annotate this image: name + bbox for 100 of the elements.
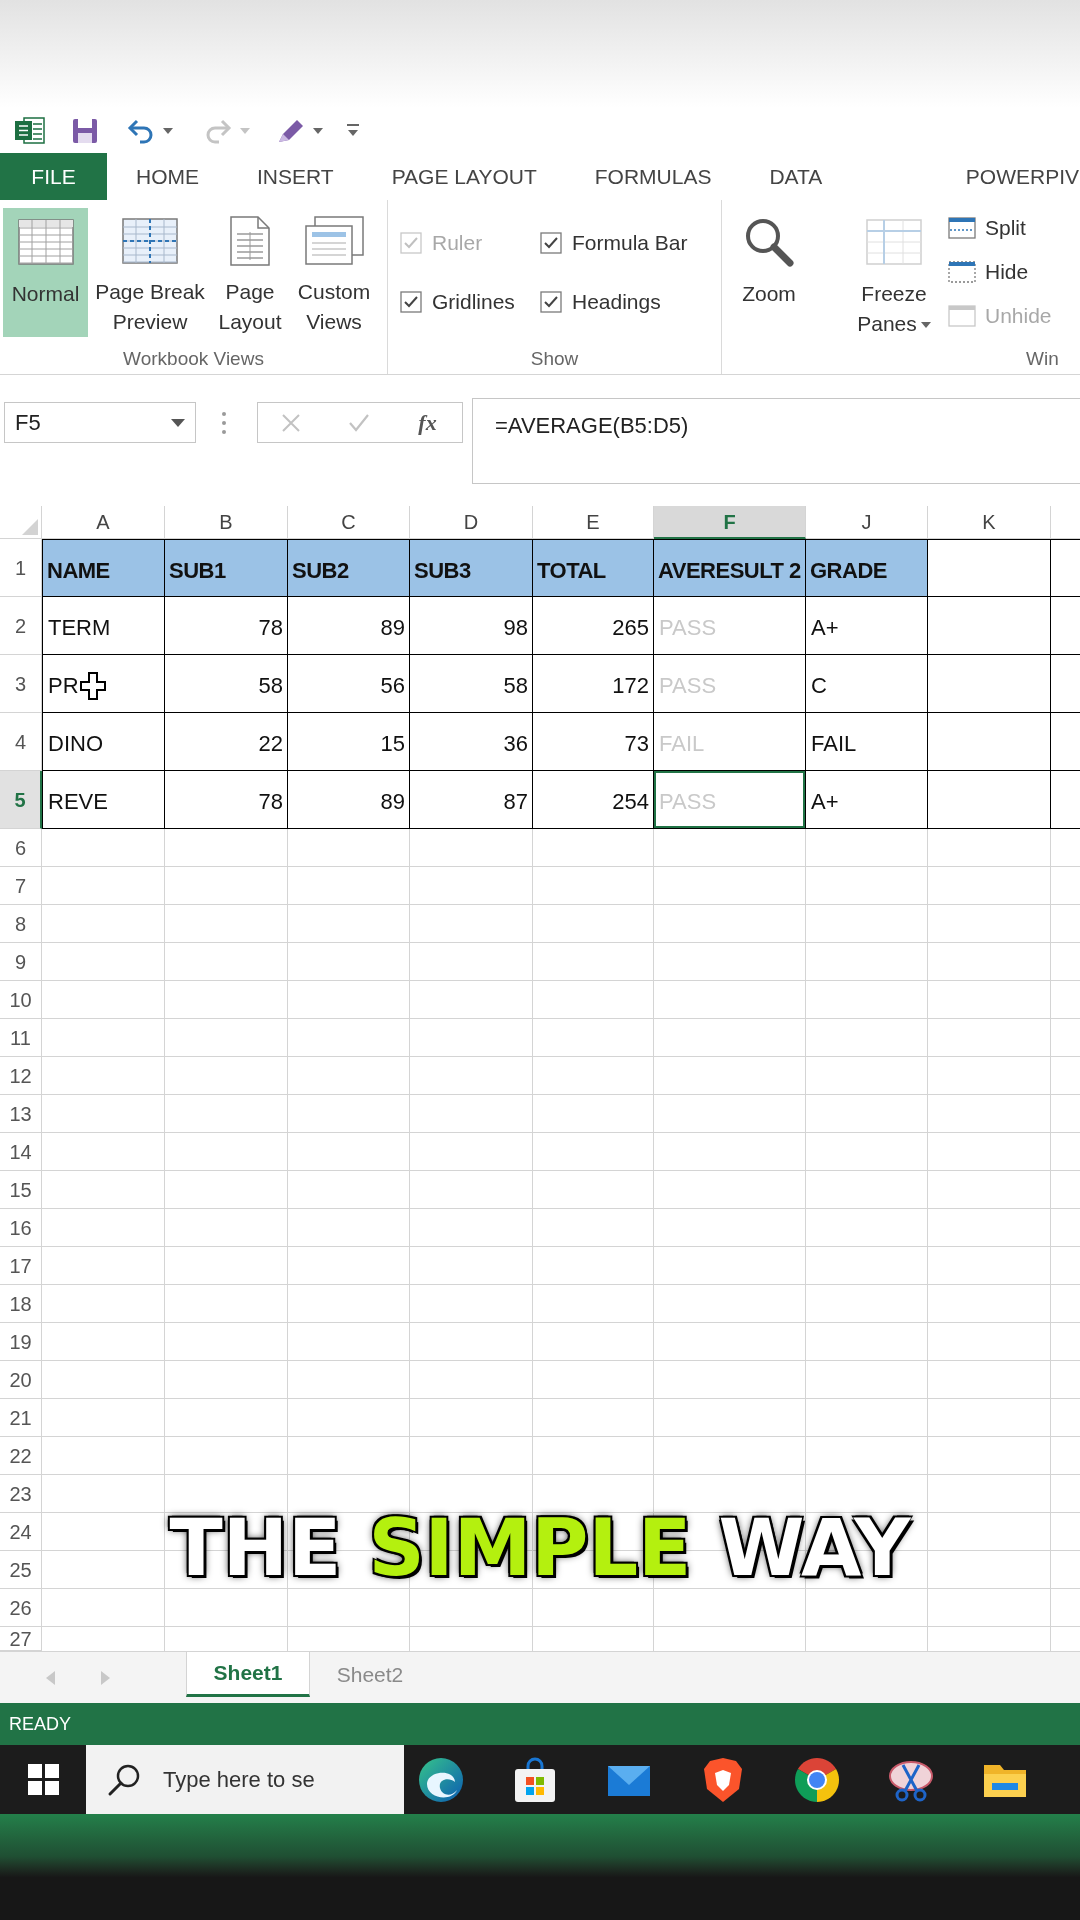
customize-icon[interactable] bbox=[347, 123, 359, 138]
table-cell[interactable]: 87 bbox=[410, 771, 533, 829]
table-cell[interactable] bbox=[1051, 539, 1080, 597]
row-header[interactable]: 24 bbox=[0, 1513, 42, 1551]
table-cell[interactable]: 78 bbox=[165, 597, 288, 655]
ribbon-tab[interactable]: INSERT bbox=[228, 153, 363, 200]
row-header[interactable]: 26 bbox=[0, 1589, 42, 1627]
table-cell[interactable]: 22 bbox=[165, 713, 288, 771]
row-header[interactable]: 25 bbox=[0, 1551, 42, 1589]
swirl-icon[interactable] bbox=[418, 1756, 464, 1803]
table-cell[interactable]: SUB2 bbox=[288, 539, 410, 597]
ribbon-tab[interactable]: POWERPIV bbox=[945, 153, 1080, 200]
freeze-panes-button[interactable]: Freeze Panes bbox=[854, 200, 934, 339]
table-cell[interactable]: 98 bbox=[410, 597, 533, 655]
window-button[interactable]: Split bbox=[948, 212, 1026, 244]
table-cell[interactable]: 89 bbox=[288, 597, 410, 655]
row-header[interactable]: 23 bbox=[0, 1475, 42, 1513]
table-cell[interactable] bbox=[928, 539, 1051, 597]
row-header[interactable]: 17 bbox=[0, 1247, 42, 1285]
table-cell[interactable]: 78 bbox=[165, 771, 288, 829]
ribbon-tab[interactable]: DATA bbox=[740, 153, 852, 200]
row-header[interactable]: 15 bbox=[0, 1171, 42, 1209]
row-header[interactable]: 27 bbox=[0, 1627, 42, 1651]
row-header[interactable]: 11 bbox=[0, 1019, 42, 1057]
caret-icon[interactable] bbox=[163, 127, 173, 134]
row-header[interactable]: 20 bbox=[0, 1361, 42, 1399]
row-header[interactable]: 7 bbox=[0, 867, 42, 905]
table-cell[interactable]: C bbox=[806, 655, 928, 713]
row-header[interactable]: 13 bbox=[0, 1095, 42, 1133]
table-cell[interactable]: 254 bbox=[533, 771, 654, 829]
column-header[interactable]: D bbox=[410, 506, 533, 539]
table-cell[interactable]: REVE bbox=[42, 771, 165, 829]
row-header[interactable]: 6 bbox=[0, 829, 42, 867]
zoom-button[interactable]: Zoom bbox=[736, 200, 802, 309]
table-cell[interactable]: 89 bbox=[288, 771, 410, 829]
table-cell[interactable]: SUB3 bbox=[410, 539, 533, 597]
table-cell[interactable]: TERM bbox=[42, 597, 165, 655]
table-cell[interactable]: 58 bbox=[410, 655, 533, 713]
table-cell[interactable] bbox=[928, 597, 1051, 655]
cell-grid[interactable] bbox=[42, 829, 1080, 1651]
sheet-tab[interactable]: Sheet1 bbox=[186, 1652, 310, 1697]
table-cell[interactable]: 15 bbox=[288, 713, 410, 771]
row-header[interactable]: 3 bbox=[0, 655, 42, 713]
checkbox[interactable] bbox=[540, 232, 562, 254]
caret-icon[interactable] bbox=[313, 127, 323, 134]
table-cell[interactable]: A+ bbox=[806, 771, 928, 829]
column-header[interactable]: C bbox=[288, 506, 410, 539]
table-cell[interactable]: A+ bbox=[806, 597, 928, 655]
table-cell[interactable]: GRADE bbox=[806, 539, 928, 597]
column-header[interactable]: K bbox=[928, 506, 1051, 539]
checkbox-label[interactable]: Gridlines bbox=[432, 286, 515, 318]
row-header[interactable]: 8 bbox=[0, 905, 42, 943]
table-cell[interactable] bbox=[928, 655, 1051, 713]
table-cell[interactable] bbox=[928, 771, 1051, 829]
table-cell[interactable]: 172 bbox=[533, 655, 654, 713]
segmented-circle-icon[interactable] bbox=[794, 1756, 840, 1803]
table-cell[interactable]: AVERESULT 2 bbox=[654, 539, 806, 597]
table-cell[interactable]: 73 bbox=[533, 713, 654, 771]
shopping-bag-icon[interactable] bbox=[512, 1756, 558, 1803]
table-cell[interactable]: NAME bbox=[42, 539, 165, 597]
view-button[interactable]: Normal bbox=[3, 208, 88, 337]
table-cell[interactable]: 58 bbox=[165, 655, 288, 713]
file-tab[interactable]: FILE bbox=[0, 153, 107, 200]
row-header[interactable]: 10 bbox=[0, 981, 42, 1019]
checkbox-label[interactable]: Formula Bar bbox=[572, 227, 688, 259]
table-cell[interactable]: TOTAL bbox=[533, 539, 654, 597]
row-header[interactable]: 21 bbox=[0, 1399, 42, 1437]
checkbox[interactable] bbox=[540, 291, 562, 313]
table-cell[interactable]: 265 bbox=[533, 597, 654, 655]
caret-icon[interactable] bbox=[920, 322, 931, 329]
table-cell[interactable]: 56 bbox=[288, 655, 410, 713]
ribbon-tab[interactable]: PAGE LAYOUT bbox=[362, 153, 566, 200]
row-header[interactable]: 9 bbox=[0, 943, 42, 981]
column-header[interactable]: B bbox=[165, 506, 288, 539]
table-cell[interactable] bbox=[928, 713, 1051, 771]
four-panes-icon[interactable] bbox=[27, 1764, 59, 1795]
table-cell[interactable]: PR bbox=[42, 655, 165, 713]
table-cell[interactable]: FAIL bbox=[806, 713, 928, 771]
row-header[interactable]: 22 bbox=[0, 1437, 42, 1475]
row-header[interactable]: 19 bbox=[0, 1323, 42, 1361]
column-header[interactable]: J bbox=[806, 506, 928, 539]
name-box-field[interactable]: F5 bbox=[4, 402, 196, 443]
checkbox-label[interactable]: Headings bbox=[572, 286, 661, 318]
table-cell[interactable]: DINO bbox=[42, 713, 165, 771]
formula-field[interactable]: =AVERAGE(B5:D5) bbox=[472, 398, 1080, 484]
row-header[interactable]: 12 bbox=[0, 1057, 42, 1095]
row-header[interactable]: 14 bbox=[0, 1133, 42, 1171]
checkbox[interactable] bbox=[400, 291, 422, 313]
search-field[interactable]: Type here to se bbox=[163, 1763, 393, 1796]
column-header[interactable]: F bbox=[654, 506, 806, 539]
caret-icon[interactable] bbox=[171, 418, 185, 427]
column-header[interactable]: A bbox=[42, 506, 165, 539]
row-header[interactable]: 2 bbox=[0, 597, 42, 655]
row-header[interactable]: 4 bbox=[0, 713, 42, 771]
table-cell[interactable]: 36 bbox=[410, 713, 533, 771]
table-cell[interactable]: SUB1 bbox=[165, 539, 288, 597]
window-button[interactable]: Hide bbox=[948, 256, 1029, 288]
ribbon-tab[interactable]: HOME bbox=[107, 153, 228, 200]
spreadsheet-icon[interactable] bbox=[14, 115, 45, 146]
row-header[interactable]: 1 bbox=[0, 539, 42, 597]
